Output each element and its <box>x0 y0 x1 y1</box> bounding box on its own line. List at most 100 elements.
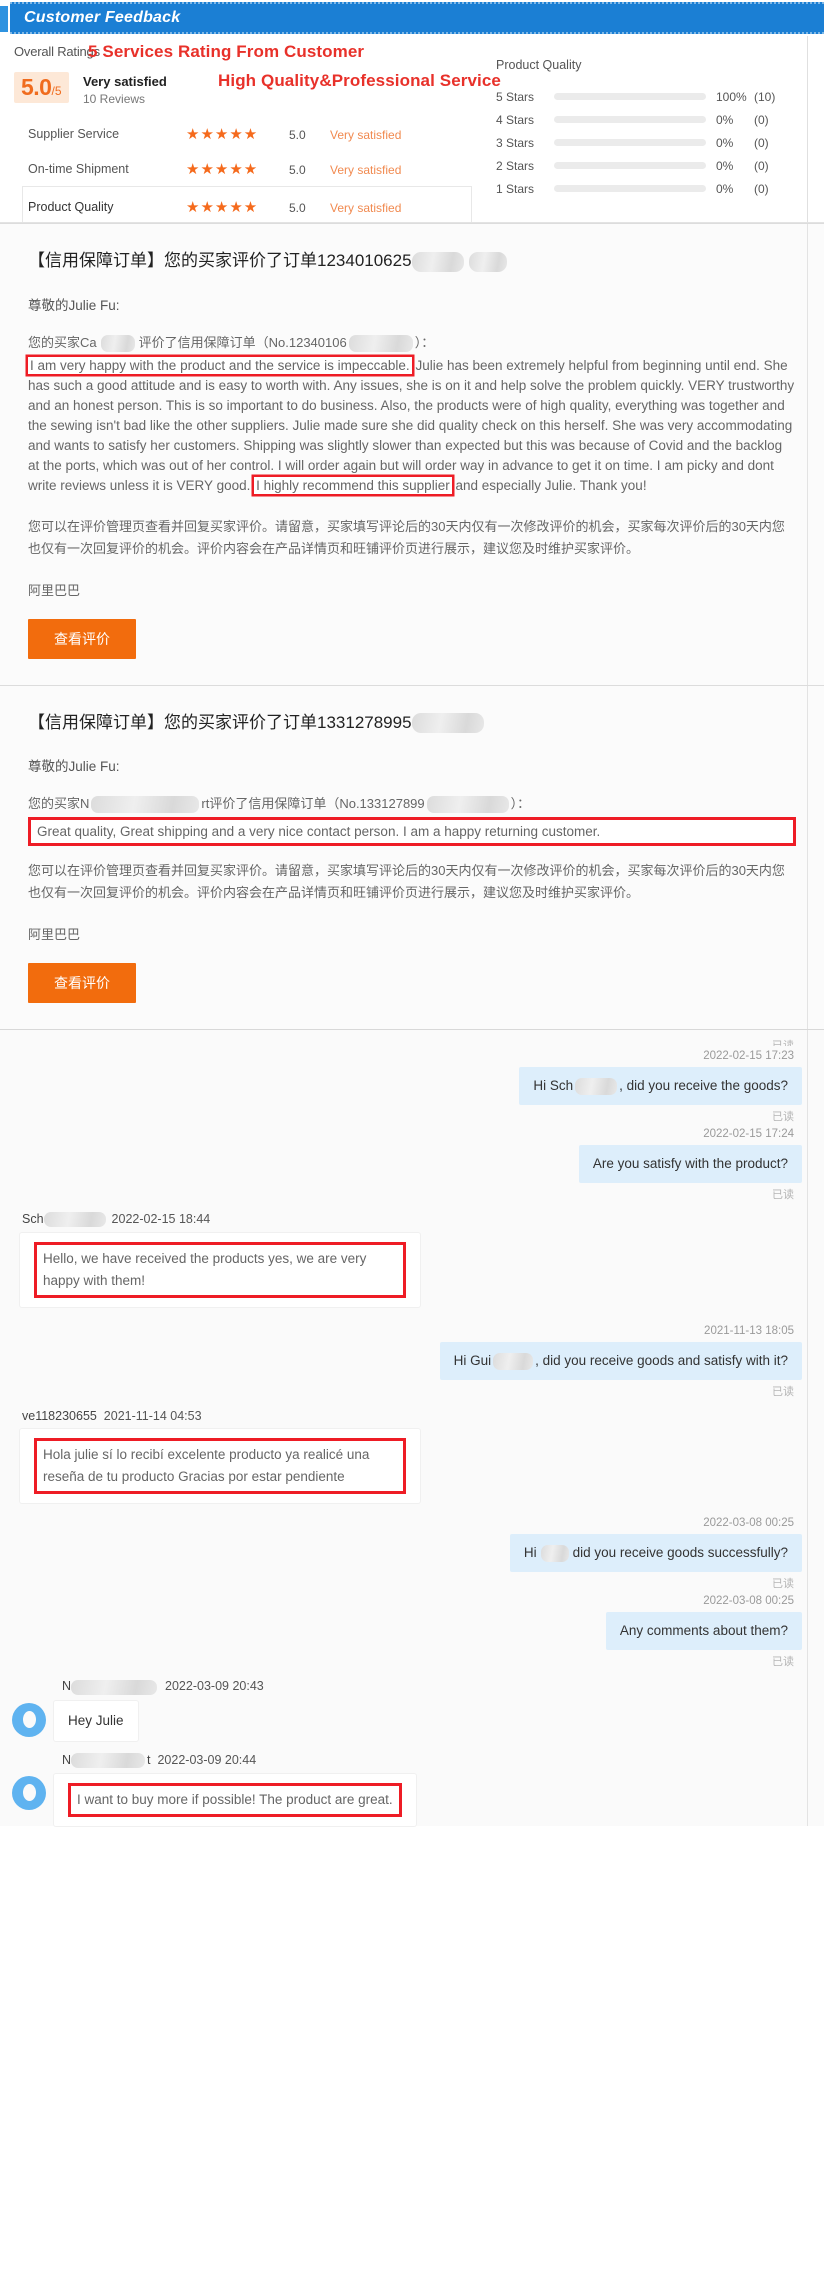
chart-bar-row: 1 Stars 0% (0) <box>496 177 796 200</box>
message-bubble[interactable]: Are you satisfy with the product? <box>578 1145 802 1184</box>
email-notification-1: 【信用保障订单】您的买家评价了订单1234010625 尊敬的Julie Fu:… <box>0 223 824 685</box>
buyer-line-prefix: 您的买家N <box>28 796 90 812</box>
message-bubble[interactable]: Hi did you receive goods successfully? <box>509 1534 802 1573</box>
chart-bar-row: 5 Stars 100% (10) <box>496 85 796 108</box>
chart-bar-track <box>554 185 706 192</box>
rating-row-name: Supplier Service <box>28 127 120 141</box>
redacted-block <box>426 796 509 814</box>
chart-category-label: 1 Stars <box>496 181 535 196</box>
sender-name-prefix: Sch <box>22 1212 44 1227</box>
review-body-tail: and especially Julie. Thank you! <box>451 477 647 493</box>
window-titlebar-area: Customer Feedback <box>0 0 824 36</box>
rating-breakdown-rows: Supplier Service ★★★★★ 5.0 Very satisfie… <box>0 118 480 222</box>
chat-message-outgoing: 2022-02-15 17:24 Are you satisfy with th… <box>10 1128 802 1202</box>
read-receipt: 已读 <box>772 1040 794 1047</box>
message-timestamp: 2022-03-09 20:44 <box>157 1752 257 1767</box>
message-bubble[interactable]: Any comments about them? <box>605 1612 802 1651</box>
avatar-icon <box>22 1784 36 1802</box>
window-titlebar: Customer Feedback <box>0 2 824 34</box>
panel-divider <box>807 685 808 1030</box>
chart-count-label: (0) <box>754 158 769 173</box>
chart-bar-track <box>554 93 706 100</box>
review-body-1: I am very happy with the product and the… <box>28 356 796 496</box>
highlighted-review-2: Great quality, Great shipping and a very… <box>28 817 796 847</box>
message-bubble[interactable]: Hola julie sí lo recibí excelente produc… <box>20 1429 420 1504</box>
message-bubble[interactable]: Hi Gui , did you receive goods and satisf… <box>439 1342 802 1381</box>
rating-row-description: Very satisfied <box>330 163 402 177</box>
redacted-block <box>493 1353 534 1371</box>
rating-row-score: 5.0 <box>289 201 306 215</box>
email-title-text: 【信用保障订单】您的买家评价了订单1234010625 <box>28 251 412 270</box>
rating-row-name: On-time Shipment <box>28 162 129 176</box>
star-icon-group: ★★★★★ <box>186 126 259 143</box>
message-text-b: , did you receive goods and satisfy with… <box>535 1353 788 1369</box>
highlighted-message-text: I want to buy more if possible! The prod… <box>68 1782 402 1817</box>
message-bubble[interactable]: I want to buy more if possible! The prod… <box>54 1773 416 1826</box>
chat-transcript: 已读 2022-02-15 17:23 Hi Sch , did you rece… <box>0 1029 824 1826</box>
chart-category-label: 3 Stars <box>496 135 535 150</box>
message-timestamp: 2022-02-15 17:23 <box>703 1050 794 1063</box>
panel-divider <box>807 1030 808 1826</box>
message-text-a: Hi Gui <box>453 1353 492 1369</box>
overall-score-description: Very satisfied <box>83 74 167 89</box>
rating-row-description: Very satisfied <box>330 128 402 142</box>
read-receipt-partial: 已读 <box>10 1034 802 1046</box>
chat-message-list: 已读 2022-02-15 17:23 Hi Sch , did you rece… <box>0 1034 824 1826</box>
redacted-block <box>100 334 135 352</box>
email-title: 【信用保障订单】您的买家评价了订单1331278995 <box>28 708 796 734</box>
highlighted-message-text: Hola julie sí lo recibí excelente produc… <box>34 1438 406 1495</box>
message-bubble[interactable]: Hello, we have received the products yes… <box>20 1233 420 1308</box>
star-icon-group: ★★★★★ <box>186 161 259 178</box>
highlighted-message-text: Hello, we have received the products yes… <box>34 1242 406 1299</box>
buyer-line-suffix: ）： <box>510 796 531 812</box>
message-sender: ve118230655 2021-11-14 04:53 <box>22 1409 802 1423</box>
email-notice-2: 您可以在评价管理页查看并回复买家评价。请留意，买家填写评论后的30天内仅有一次修… <box>28 863 785 901</box>
highlighted-review-phrase: I am very happy with the product and the… <box>28 356 412 374</box>
chat-message-incoming: ve118230655 2021-11-14 04:53 Hola julie … <box>10 1409 802 1504</box>
message-timestamp: 2022-03-09 20:43 <box>165 1679 264 1694</box>
window-title: Customer Feedback <box>24 9 181 26</box>
message-timestamp: 2022-02-15 17:24 <box>703 1128 794 1141</box>
chat-message-outgoing: 2021-11-13 18:05 Hi Gui , did you receive… <box>10 1325 802 1399</box>
message-timestamp: 2022-03-08 00:25 <box>703 1517 794 1530</box>
message-bubble[interactable]: Hi Sch , did you receive the goods? <box>519 1067 802 1106</box>
panel-divider <box>807 36 808 222</box>
message-bubble[interactable]: Hey Julie <box>54 1700 138 1741</box>
email-greeting: 尊敬的Julie Fu: <box>28 759 120 775</box>
view-review-button[interactable]: 查看评价 <box>28 618 136 659</box>
rating-row-score: 5.0 <box>289 163 306 177</box>
redacted-block <box>540 1545 569 1563</box>
message-text-a: Hi Sch <box>533 1078 574 1094</box>
highlighted-recommend-phrase: I highly recommend this supplier <box>254 476 452 494</box>
redacted-block <box>575 1078 618 1096</box>
message-timestamp: 2021-11-14 04:53 <box>103 1409 202 1424</box>
chart-bar-row: 3 Stars 0% (0) <box>496 131 796 154</box>
chart-title: Product Quality <box>496 58 582 72</box>
table-row: Product Quality ★★★★★ 5.0 Very satisfied <box>0 191 480 222</box>
rating-row-name: Product Quality <box>28 200 114 214</box>
read-receipt: 已读 <box>772 1111 794 1124</box>
view-review-button[interactable]: 查看评价 <box>28 963 136 1004</box>
chart-percent-label: 0% <box>716 135 734 150</box>
read-receipt: 已读 <box>772 1656 794 1669</box>
buyer-line-suffix: ）： <box>414 334 435 350</box>
chart-percent-label: 0% <box>716 112 734 127</box>
redacted-block <box>91 796 200 814</box>
redacted-block <box>348 334 413 352</box>
avatar-icon <box>22 1711 36 1729</box>
message-text-b: did you receive goods successfully? <box>572 1545 788 1561</box>
overall-score-badge: 5.0/5 <box>14 72 69 103</box>
rating-row-score: 5.0 <box>289 128 306 142</box>
message-timestamp: 2022-03-08 00:25 <box>703 1595 794 1608</box>
chart-percent-label: 0% <box>716 158 734 173</box>
buyer-review-line: 您的买家N rt评价了信用保障订单（No.133127899 ）： <box>28 793 796 814</box>
chart-bar-track <box>554 139 706 146</box>
chat-message-incoming: N 2022-03-09 20:43 Hey Julie <box>10 1679 802 1741</box>
message-sender: Nt 2022-03-09 20:44 <box>62 1753 802 1768</box>
chat-message-outgoing: 2022-03-08 00:25 Hi did you receive goods… <box>10 1517 802 1591</box>
overall-score-value: 5.0 <box>21 74 52 100</box>
panel-divider <box>807 224 808 685</box>
buyer-line-prefix: 您的买家Ca <box>28 334 97 350</box>
chat-message-incoming: Nt 2022-03-09 20:44 I want to buy more i… <box>10 1753 802 1826</box>
email-notification-2: 【信用保障订单】您的买家评价了订单1331278995 尊敬的Julie Fu:… <box>0 684 824 1030</box>
